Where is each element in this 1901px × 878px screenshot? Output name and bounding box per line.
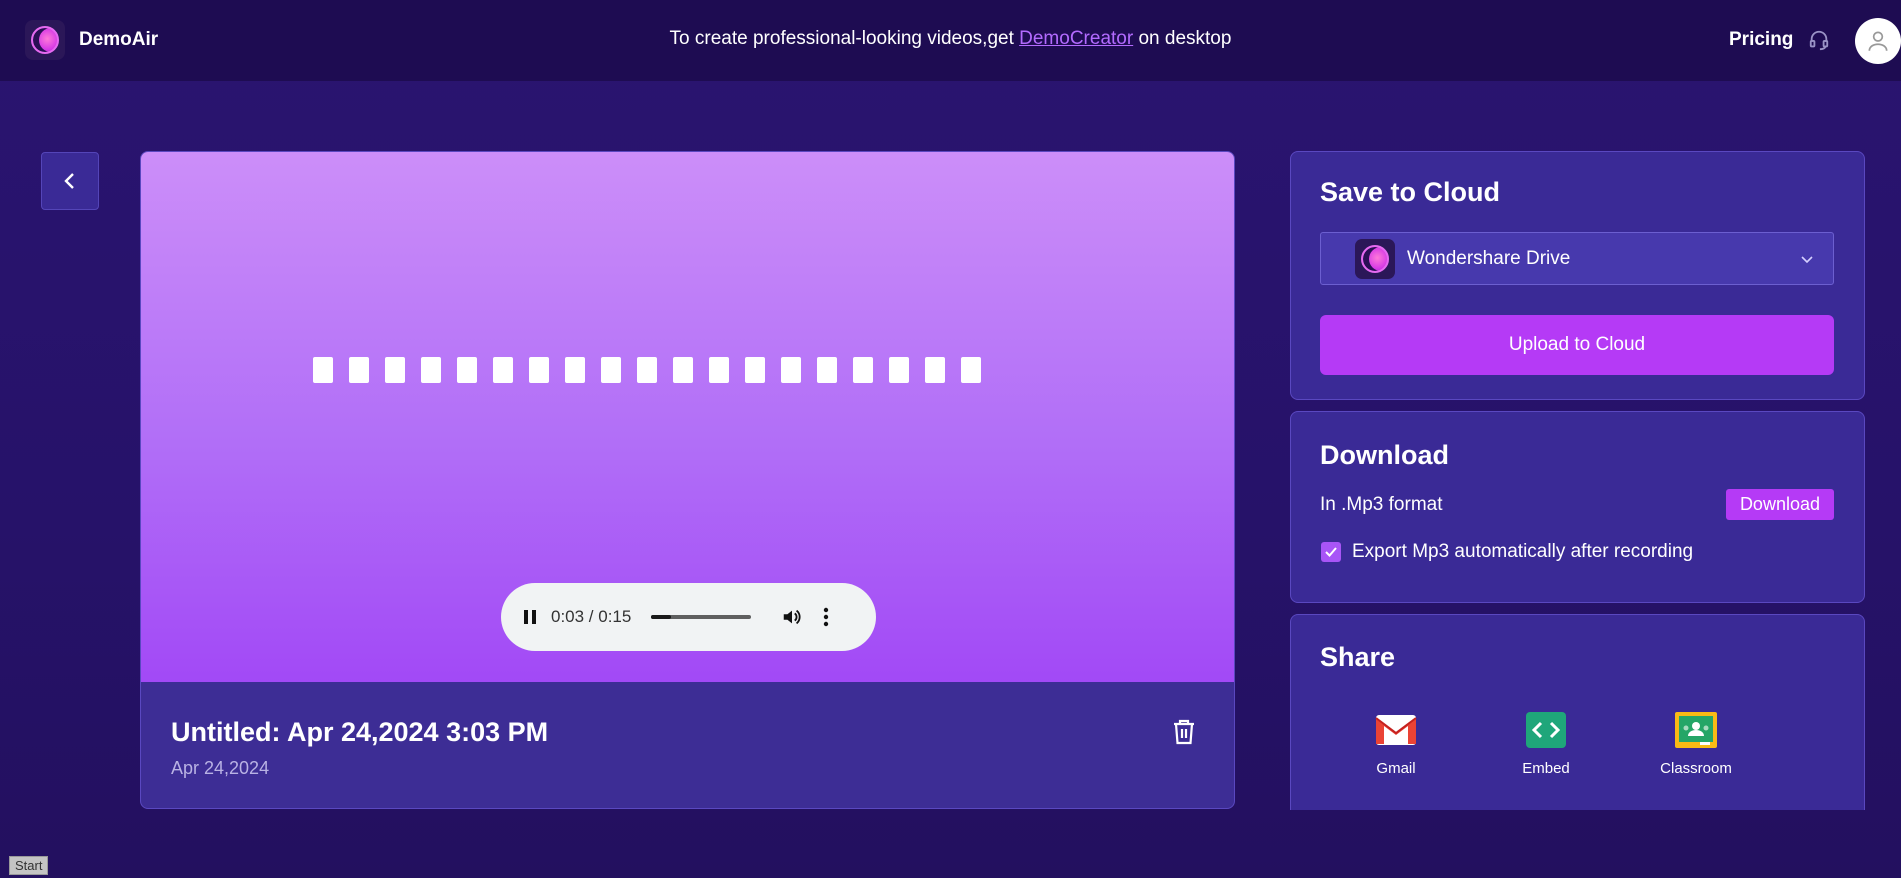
cloud-drive-select[interactable]: Wondershare Drive (1320, 232, 1834, 285)
waveform-bar (817, 357, 837, 383)
share-heading: Share (1320, 642, 1396, 672)
volume-icon[interactable] (781, 606, 803, 628)
classroom-icon (1675, 712, 1717, 748)
pricing-link[interactable]: Pricing (1729, 29, 1793, 51)
waveform-bar (745, 357, 765, 383)
download-heading: Download (1320, 440, 1449, 470)
promo-prefix: To create professional-looking videos,ge… (669, 28, 1020, 49)
waveform-bar (781, 357, 801, 383)
recording-card: 0:03 / 0:15 Untitled: Apr 24,2024 3:03 P… (140, 151, 1235, 809)
promo-banner: To create professional-looking videos,ge… (0, 28, 1901, 50)
auto-export-option[interactable]: Export Mp3 automatically after recording (1321, 541, 1693, 563)
seek-slider[interactable] (651, 615, 752, 619)
waveform-bar (961, 357, 981, 383)
waveform-bar (565, 357, 585, 383)
more-options-icon[interactable] (823, 607, 829, 627)
download-button[interactable]: Download (1725, 489, 1834, 520)
waveform-bar (313, 357, 333, 383)
waveform (313, 357, 981, 383)
share-embed-label: Embed (1522, 760, 1570, 777)
recording-info: Untitled: Apr 24,2024 3:03 PM Apr 24,202… (171, 717, 548, 779)
waveform-bar (529, 357, 549, 383)
waveform-bar (385, 357, 405, 383)
audio-player[interactable]: 0:03 / 0:15 (501, 583, 876, 651)
download-panel: Download In .Mp3 format Download Export … (1290, 411, 1865, 603)
recording-title[interactable]: Untitled: Apr 24,2024 3:03 PM (171, 717, 548, 748)
chevron-down-icon (1801, 256, 1813, 264)
waveform-bar (673, 357, 693, 383)
waveform-bar (601, 357, 621, 383)
save-to-cloud-heading: Save to Cloud (1320, 177, 1501, 207)
waveform-bar (889, 357, 909, 383)
share-classroom[interactable]: Classroom (1621, 712, 1771, 777)
share-panel: Share Gmail Embed Classroom (1290, 614, 1865, 810)
gmail-icon (1375, 712, 1417, 748)
top-bar: DemoAir To create professional-looking v… (0, 0, 1901, 81)
time-display: 0:03 / 0:15 (551, 607, 632, 626)
embed-icon (1525, 712, 1567, 748)
chevron-left-icon (64, 173, 74, 189)
upload-to-cloud-button[interactable]: Upload to Cloud (1320, 315, 1834, 375)
download-format: In .Mp3 format (1320, 494, 1443, 515)
trash-icon[interactable] (1172, 719, 1196, 745)
audio-visualizer: 0:03 / 0:15 (141, 152, 1234, 682)
save-to-cloud-panel: Save to Cloud Wondershare Drive Upload t… (1290, 151, 1865, 400)
promo-suffix: on desktop (1133, 28, 1232, 49)
auto-export-checkbox[interactable] (1321, 542, 1341, 562)
waveform-bar (709, 357, 729, 383)
seek-progress (651, 615, 672, 619)
user-avatar-icon[interactable] (1855, 18, 1901, 64)
selected-drive: Wondershare Drive (1407, 247, 1571, 269)
headset-icon[interactable] (1808, 29, 1830, 51)
recording-date: Apr 24,2024 (171, 758, 270, 778)
share-gmail-label: Gmail (1376, 760, 1416, 777)
waveform-bar (457, 357, 477, 383)
waveform-bar (493, 357, 513, 383)
share-options: Gmail Embed Classroom (1321, 712, 1771, 777)
start-button[interactable]: Start (9, 856, 49, 875)
waveform-bar (853, 357, 873, 383)
wondershare-drive-icon (1355, 238, 1395, 279)
share-classroom-label: Classroom (1660, 760, 1732, 777)
waveform-bar (349, 357, 369, 383)
share-embed[interactable]: Embed (1471, 712, 1621, 777)
waveform-bar (421, 357, 441, 383)
checkmark-icon (1325, 547, 1337, 557)
waveform-bar (637, 357, 657, 383)
share-gmail[interactable]: Gmail (1321, 712, 1471, 777)
waveform-bar (925, 357, 945, 383)
pause-icon[interactable] (521, 607, 539, 627)
democreator-link[interactable]: DemoCreator (1019, 28, 1133, 49)
auto-export-label: Export Mp3 automatically after recording (1352, 541, 1694, 562)
back-button[interactable] (41, 152, 99, 210)
